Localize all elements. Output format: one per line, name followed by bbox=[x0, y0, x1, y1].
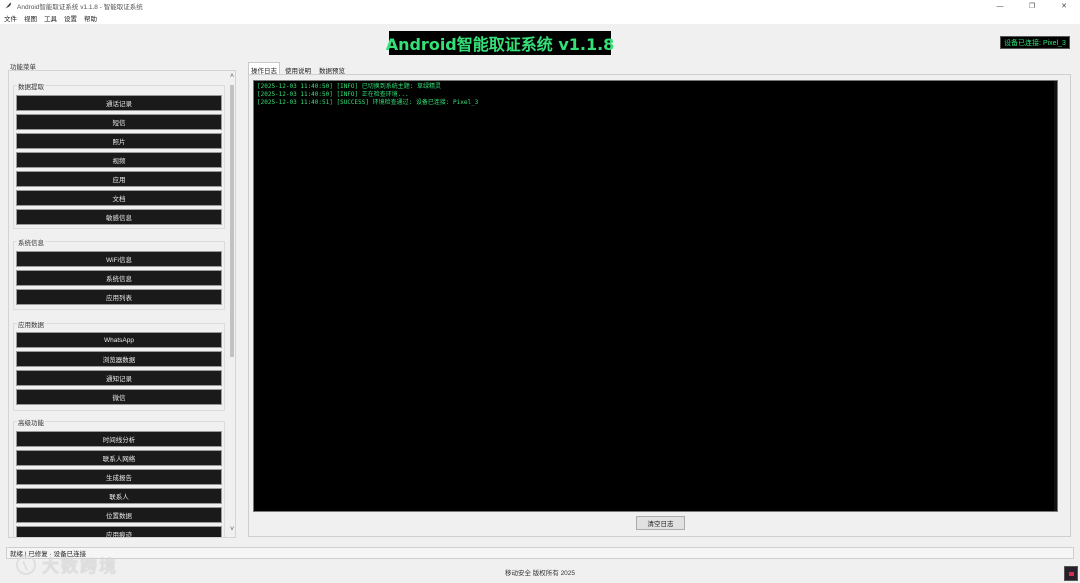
clear-log-button[interactable]: 清空日志 bbox=[636, 516, 685, 530]
menu-view[interactable]: 视图 bbox=[24, 13, 37, 23]
system-info-button[interactable]: 系统信息 bbox=[16, 270, 222, 286]
left-panel-scrollbar[interactable]: ˄ ˅ bbox=[227, 71, 235, 537]
apps-button[interactable]: 应用 bbox=[16, 171, 222, 187]
title-bar: Android智能取证系统 v1.1.8 - 智能取证系统 — ❐ ✕ bbox=[0, 0, 1080, 12]
footer-copyright: 移动安全 版权所有 2025 bbox=[504, 570, 576, 577]
maximize-button[interactable]: ❐ bbox=[1016, 0, 1048, 12]
chevron-down-icon[interactable]: ˅ bbox=[228, 526, 235, 533]
sensitive-info-button[interactable]: 敏感信息 bbox=[16, 209, 222, 225]
scrollbar-thumb[interactable] bbox=[230, 85, 234, 357]
contacts-button[interactable]: 联系人 bbox=[16, 488, 222, 504]
app-banner-title: Android智能取证系统 v1.1.8 bbox=[385, 35, 615, 54]
function-menu-panel: 数据提取 通话记录 短信 照片 视频 应用 文档 敏感信息 系统信息 WiFi信… bbox=[8, 70, 236, 538]
documents-button[interactable]: 文档 bbox=[16, 190, 222, 206]
timeline-analysis-button[interactable]: 时间线分析 bbox=[16, 431, 222, 447]
minimize-button[interactable]: — bbox=[984, 0, 1016, 12]
console-scrollbar[interactable] bbox=[1054, 81, 1057, 511]
menu-help[interactable]: 帮助 bbox=[84, 13, 97, 23]
log-line: [2025-12-03 11:40:51] [SUCCESS] 环境检查通过: … bbox=[257, 99, 479, 106]
menu-bar: 文件 视图 工具 设置 帮助 bbox=[0, 12, 1080, 24]
sms-button[interactable]: 短信 bbox=[16, 114, 222, 130]
generate-report-button[interactable]: 生成报告 bbox=[16, 469, 222, 485]
group-label: 数据提取 bbox=[17, 81, 45, 91]
videos-button[interactable]: 视频 bbox=[16, 152, 222, 168]
menu-settings[interactable]: 设置 bbox=[64, 13, 77, 23]
group-label: 高级功能 bbox=[17, 417, 45, 427]
tray-app-icon[interactable] bbox=[1064, 566, 1078, 581]
close-button[interactable]: ✕ bbox=[1048, 0, 1080, 12]
photos-button[interactable]: 照片 bbox=[16, 133, 222, 149]
call-log-button[interactable]: 通话记录 bbox=[16, 95, 222, 111]
status-bar: 就绪 | 已修复 · 设备已连接 bbox=[6, 547, 1074, 559]
log-line: [2025-12-03 11:40:50] [INFO] 已切换到系统主题: 草… bbox=[257, 83, 441, 90]
notification-log-button[interactable]: 通知记录 bbox=[16, 370, 222, 386]
window-controls: — ❐ ✕ bbox=[984, 0, 1080, 12]
whatsapp-button[interactable]: WhatsApp bbox=[16, 332, 222, 348]
group-label: 应用数据 bbox=[17, 319, 45, 329]
app-list-button[interactable]: 应用列表 bbox=[16, 289, 222, 305]
feather-icon bbox=[4, 2, 12, 10]
wifi-info-button[interactable]: WiFi信息 bbox=[16, 251, 222, 267]
browser-data-button[interactable]: 浏览器数据 bbox=[16, 351, 222, 367]
group-label: 系统信息 bbox=[17, 237, 45, 247]
window-title: Android智能取证系统 v1.1.8 - 智能取证系统 bbox=[17, 4, 143, 11]
wechat-button[interactable]: 微信 bbox=[16, 389, 222, 405]
location-data-button[interactable]: 位置数据 bbox=[16, 507, 222, 523]
device-status-badge: 设备已连接: Pixel_3 bbox=[1000, 36, 1070, 49]
contact-network-button[interactable]: 联系人网络 bbox=[16, 450, 222, 466]
app-banner: Android智能取证系统 v1.1.8 bbox=[386, 31, 614, 55]
log-line: [2025-12-03 11:40:50] [INFO] 正在检查环境... bbox=[257, 91, 409, 98]
menu-tools[interactable]: 工具 bbox=[44, 13, 57, 23]
app-traces-button[interactable]: 应用痕迹 bbox=[16, 526, 222, 537]
log-console[interactable]: [2025-12-03 11:40:50] [INFO] 已切换到系统主题: 草… bbox=[253, 80, 1058, 512]
menu-file[interactable]: 文件 bbox=[4, 13, 17, 23]
chevron-up-icon[interactable]: ˄ bbox=[228, 73, 235, 80]
